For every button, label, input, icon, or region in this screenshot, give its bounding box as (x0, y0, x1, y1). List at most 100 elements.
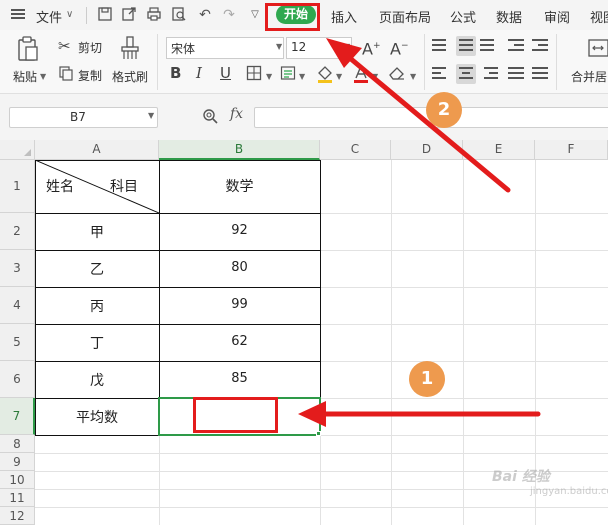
save-icon[interactable] (96, 6, 114, 24)
row-header-3[interactable]: 3 (0, 250, 35, 287)
chevron-down-icon[interactable]: ∨ (66, 9, 73, 20)
row-header-5[interactable]: 5 (0, 324, 35, 361)
export-icon[interactable] (120, 6, 138, 24)
merge-center-icon[interactable] (588, 38, 608, 58)
font-color-icon[interactable] (352, 64, 370, 84)
align-bottom-icon[interactable] (480, 36, 500, 56)
row-header-1[interactable]: 1 (0, 160, 35, 213)
align-top-icon[interactable] (432, 36, 452, 56)
shrink-font-icon[interactable]: A− (390, 37, 409, 58)
cell-b3[interactable]: 80 (159, 260, 320, 275)
row-header-12[interactable]: 12 (0, 507, 35, 525)
name-box-caret-icon[interactable]: ▼ (148, 111, 154, 120)
cell-b5[interactable]: 62 (159, 334, 320, 349)
bold-button[interactable]: B (170, 64, 181, 82)
fill-color-caret-icon[interactable]: ▼ (336, 72, 342, 81)
row-header-7[interactable]: 7 (0, 398, 35, 435)
paste-options-caret-icon[interactable]: ▼ (40, 72, 46, 81)
copy-icon[interactable] (58, 65, 74, 81)
copy-button[interactable]: 复制 (78, 67, 102, 84)
cell-b4[interactable]: 99 (159, 297, 320, 312)
underline-button[interactable]: U (220, 64, 231, 82)
merge-center-button[interactable]: 合并居中 (571, 68, 608, 85)
row-header-4[interactable]: 4 (0, 287, 35, 324)
format-painter-icon[interactable] (118, 35, 142, 61)
print-preview-icon[interactable] (170, 6, 188, 24)
increase-indent-icon[interactable] (532, 36, 552, 56)
font-size-caret-icon[interactable]: ▼ (344, 42, 350, 51)
scissors-icon[interactable]: ✂ (58, 37, 71, 55)
customize-toolbar-icon[interactable]: ▽ (246, 6, 264, 24)
table-border-line (35, 324, 321, 325)
align-left-icon[interactable] (432, 64, 452, 84)
cell-b1[interactable]: 数学 (159, 176, 320, 196)
cell-a1-subject-label[interactable]: 科目 (110, 176, 138, 196)
cell-b6[interactable]: 85 (159, 371, 320, 386)
file-menu[interactable]: 文件 (36, 7, 62, 26)
row-header-8[interactable]: 8 (0, 435, 35, 453)
cell-a2[interactable]: 甲 (35, 222, 159, 242)
decrease-indent-icon[interactable] (508, 36, 528, 56)
table-border-line (35, 287, 321, 288)
tab-formulas[interactable]: 公式 (450, 7, 476, 26)
align-right-icon[interactable] (480, 64, 500, 84)
italic-button[interactable]: I (196, 64, 202, 82)
eraser-icon[interactable] (388, 65, 406, 83)
fill-effects-caret-icon[interactable]: ▼ (299, 72, 305, 81)
borders-icon[interactable] (246, 65, 264, 83)
row-header-10[interactable]: 10 (0, 471, 35, 489)
row-header-6[interactable]: 6 (0, 361, 35, 398)
justify-icon[interactable] (508, 64, 528, 84)
fill-color-icon[interactable] (316, 64, 334, 84)
paste-button[interactable]: 粘贴 (13, 68, 37, 85)
row-header-2[interactable]: 2 (0, 213, 35, 250)
cell-a6[interactable]: 戊 (35, 370, 159, 390)
cell-a5[interactable]: 丁 (35, 333, 159, 353)
hamburger-menu-icon[interactable] (10, 7, 26, 23)
align-center-icon[interactable] (456, 64, 476, 84)
cut-button[interactable]: 剪切 (78, 39, 102, 56)
fill-handle[interactable] (316, 431, 321, 436)
redo-icon[interactable]: ↷ (220, 6, 238, 24)
column-header-f[interactable]: F (535, 140, 608, 160)
select-all-corner[interactable] (0, 140, 35, 160)
tab-insert[interactable]: 插入 (331, 7, 357, 26)
clear-caret-icon[interactable]: ▼ (410, 72, 416, 81)
tab-review[interactable]: 审阅 (544, 7, 570, 26)
print-icon[interactable] (145, 6, 163, 24)
font-name-select[interactable]: 宋体 (166, 37, 284, 59)
step-badge-1: 1 (409, 361, 445, 397)
tab-page-layout[interactable]: 页面布局 (379, 7, 431, 26)
tab-view[interactable]: 视图 (590, 7, 608, 26)
table-border-line (35, 213, 321, 214)
row-header-11[interactable]: 11 (0, 489, 35, 507)
row-header-9[interactable]: 9 (0, 453, 35, 471)
fill-effects-icon[interactable] (280, 65, 298, 83)
tab-data[interactable]: 数据 (496, 7, 522, 26)
grow-font-icon[interactable]: A+ (362, 37, 381, 58)
gridline (35, 489, 608, 490)
name-box[interactable]: B7 (9, 107, 158, 128)
cell-a3[interactable]: 乙 (35, 259, 159, 279)
gridline (35, 453, 608, 454)
zoom-icon[interactable] (202, 108, 218, 128)
paste-icon[interactable] (16, 36, 40, 62)
distributed-align-icon[interactable] (532, 64, 552, 84)
fx-icon[interactable]: fx (230, 106, 243, 122)
cell-a4[interactable]: 丙 (35, 296, 159, 316)
format-painter-button[interactable]: 格式刷 (112, 68, 148, 85)
align-middle-icon[interactable] (456, 36, 476, 56)
cell-a7[interactable]: 平均数 (35, 407, 159, 427)
font-color-caret-icon[interactable]: ▼ (372, 72, 378, 81)
undo-icon[interactable]: ↶ (196, 6, 214, 24)
column-header-c[interactable]: C (320, 140, 391, 160)
column-header-e[interactable]: E (463, 140, 535, 160)
font-name-caret-icon[interactable]: ▼ (276, 42, 282, 51)
font-size-select[interactable]: 12 (286, 37, 352, 59)
borders-caret-icon[interactable]: ▼ (266, 72, 272, 81)
column-header-a[interactable]: A (35, 140, 159, 160)
cell-b2[interactable]: 92 (159, 223, 320, 238)
cell-a1-name-label[interactable]: 姓名 (46, 176, 74, 196)
column-header-d[interactable]: D (391, 140, 463, 160)
column-header-b[interactable]: B (159, 140, 320, 160)
